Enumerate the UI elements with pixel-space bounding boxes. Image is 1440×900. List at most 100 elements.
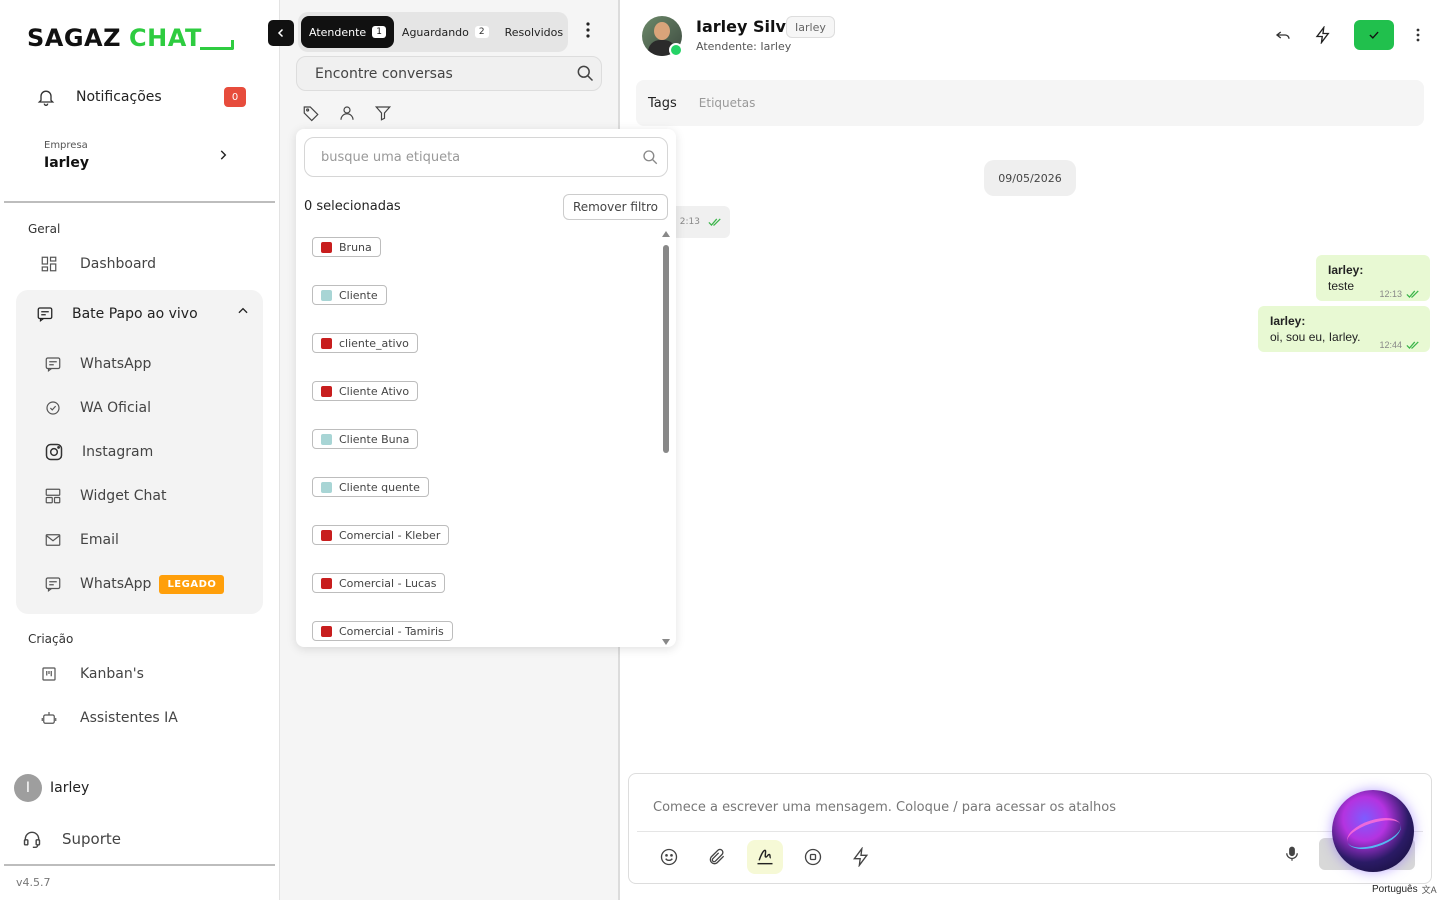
message-composer: Comece a escrever uma mensagem. Coloque … [628,773,1432,884]
message-time: 2:13 [679,217,700,227]
dashboard-icon [40,255,58,273]
headset-icon [22,829,42,849]
logo-tail-icon [199,40,234,50]
quick-reply-lightning-icon[interactable] [843,840,879,874]
sidebar-item-instagram[interactable]: Instagram [44,440,153,464]
tab-resolvidos[interactable]: Resolvidos [497,16,571,48]
live-chat-header[interactable]: Bate Papo ao vivo [36,302,250,326]
tab-atendente-label: Atendente [309,25,367,39]
double-check-icon [708,218,722,226]
tag-chip[interactable]: Bruna [312,237,381,257]
tag-list-scrollbar[interactable] [661,231,671,645]
tag-chip[interactable]: Cliente quente [312,477,429,497]
tag-chip[interactable]: Cliente [312,285,387,305]
composer-divider [637,831,1423,832]
emoji-icon[interactable] [651,840,687,874]
conversation-search-input[interactable]: Encontre conversas [296,56,602,91]
filter-icons-row [302,104,392,122]
tag-chip[interactable]: Comercial - Kleber [312,525,450,545]
resolve-button[interactable] [1354,20,1394,50]
sidebar-item-wa-oficial[interactable]: WA Oficial [44,396,151,420]
current-user-name: Iarley [50,780,90,796]
tab-atendente-count: 1 [372,26,386,38]
ai-assistant-orb-icon[interactable] [1332,790,1414,872]
sidebar-item-dashboard-label: Dashboard [80,256,156,272]
notifications-item[interactable]: Notificações 0 [36,84,250,110]
tab-aguardando-count: 2 [474,26,489,38]
outgoing-message: Iarley: teste 12:13 [1316,255,1430,301]
lightning-icon[interactable] [1314,26,1332,44]
sidebar-item-widget-chat[interactable]: Widget Chat [44,484,166,508]
message-author: Iarley: [1328,263,1364,277]
search-icon[interactable] [575,63,595,83]
tag-swatch [321,241,332,253]
avatar: I [14,774,42,802]
company-selector[interactable]: Empresa Iarley [44,140,234,171]
company-name: Iarley [44,155,89,171]
scroll-down-icon[interactable] [662,639,670,645]
translate-icon: 文A [1421,885,1437,895]
search-icon[interactable] [641,148,659,166]
agent-line: Atendente: Iarley [696,40,792,53]
user-filter-icon[interactable] [338,104,356,122]
microphone-icon[interactable] [1283,844,1301,864]
tab-aguardando-label: Aguardando [401,25,469,39]
live-chat-group: Bate Papo ao vivo WhatsApp WA Oficial In… [16,290,263,614]
scroll-up-icon[interactable] [662,231,670,237]
company-caption: Empresa [44,140,88,151]
tab-aguardando[interactable]: Aguardando 2 [394,16,497,48]
sidebar-item-kanban[interactable]: Kanban's [40,662,144,686]
stop-circle-icon[interactable] [795,840,831,874]
tag-search-input[interactable]: busque uma etiqueta [304,137,668,177]
sidebar-item-email[interactable]: Email [44,528,119,552]
tag-swatch [321,625,332,637]
contact-name: Iarley Silva [696,17,797,36]
support-link[interactable]: Suporte [22,829,121,849]
sidebar-item-assistants[interactable]: Assistentes IA [40,706,178,730]
composer-toolbar [651,840,879,874]
tag-chip-label: Cliente [339,288,378,302]
collapse-sidebar-button[interactable] [268,20,294,46]
sidebar-item-dashboard[interactable]: Dashboard [40,252,156,276]
app-logo[interactable]: SAGAZ CHAT [27,24,234,52]
tag-chip[interactable]: Comercial - Tamiris [312,621,453,641]
tag-filter-icon[interactable] [302,104,320,122]
contact-tag-badge: Iarley [786,16,835,38]
tag-swatch [321,337,332,349]
chevron-up-icon [236,304,250,318]
tag-chip[interactable]: cliente_ativo [312,333,418,353]
whatsapp-icon [669,43,683,57]
attachment-icon[interactable] [699,840,735,874]
sidebar-item-instagram-label: Instagram [82,444,154,460]
chat-bubble-icon [36,305,54,323]
scrollbar-thumb[interactable] [663,245,669,453]
remove-filter-button[interactable]: Remover filtro [562,194,668,220]
signature-icon[interactable] [747,840,783,874]
tab-atendente[interactable]: Atendente 1 [301,16,394,48]
chat-more-icon[interactable] [1416,28,1420,42]
tag-chip[interactable]: Cliente Ativo [312,381,419,401]
current-user[interactable]: I Iarley [14,774,89,802]
sidebar-item-whatsapp[interactable]: WhatsApp [44,352,151,376]
chevron-right-icon [216,148,230,162]
tag-chip-label: Comercial - Kleber [339,528,441,542]
tag-chip[interactable]: Comercial - Lucas [312,573,446,593]
sidebar-item-wa-oficial-label: WA Oficial [80,400,151,416]
funnel-filter-icon[interactable] [374,104,392,122]
chevron-left-icon [275,27,287,39]
list-more-icon[interactable] [586,22,590,38]
undo-icon[interactable] [1274,26,1292,44]
tag-chip[interactable]: Cliente Buna [312,429,419,449]
tag-list: Bruna Cliente cliente_ativo Cliente Ativ… [312,237,652,641]
double-check-icon [1406,341,1420,349]
tag-swatch [321,289,332,301]
sidebar-item-whatsapp-legado[interactable]: WhatsApp LEGADO [44,572,225,596]
section-label-criacao: Criação [28,632,74,646]
tags-bar[interactable]: Tags Etiquetas [636,80,1424,126]
notifications-label: Notificações [76,89,162,105]
language-selector[interactable]: Português 文A [1372,883,1437,896]
mail-icon [44,531,62,549]
live-chat-label: Bate Papo ao vivo [72,306,198,322]
message-input[interactable]: Comece a escrever uma mensagem. Coloque … [653,800,1116,815]
tag-chip-label: cliente_ativo [339,336,409,350]
